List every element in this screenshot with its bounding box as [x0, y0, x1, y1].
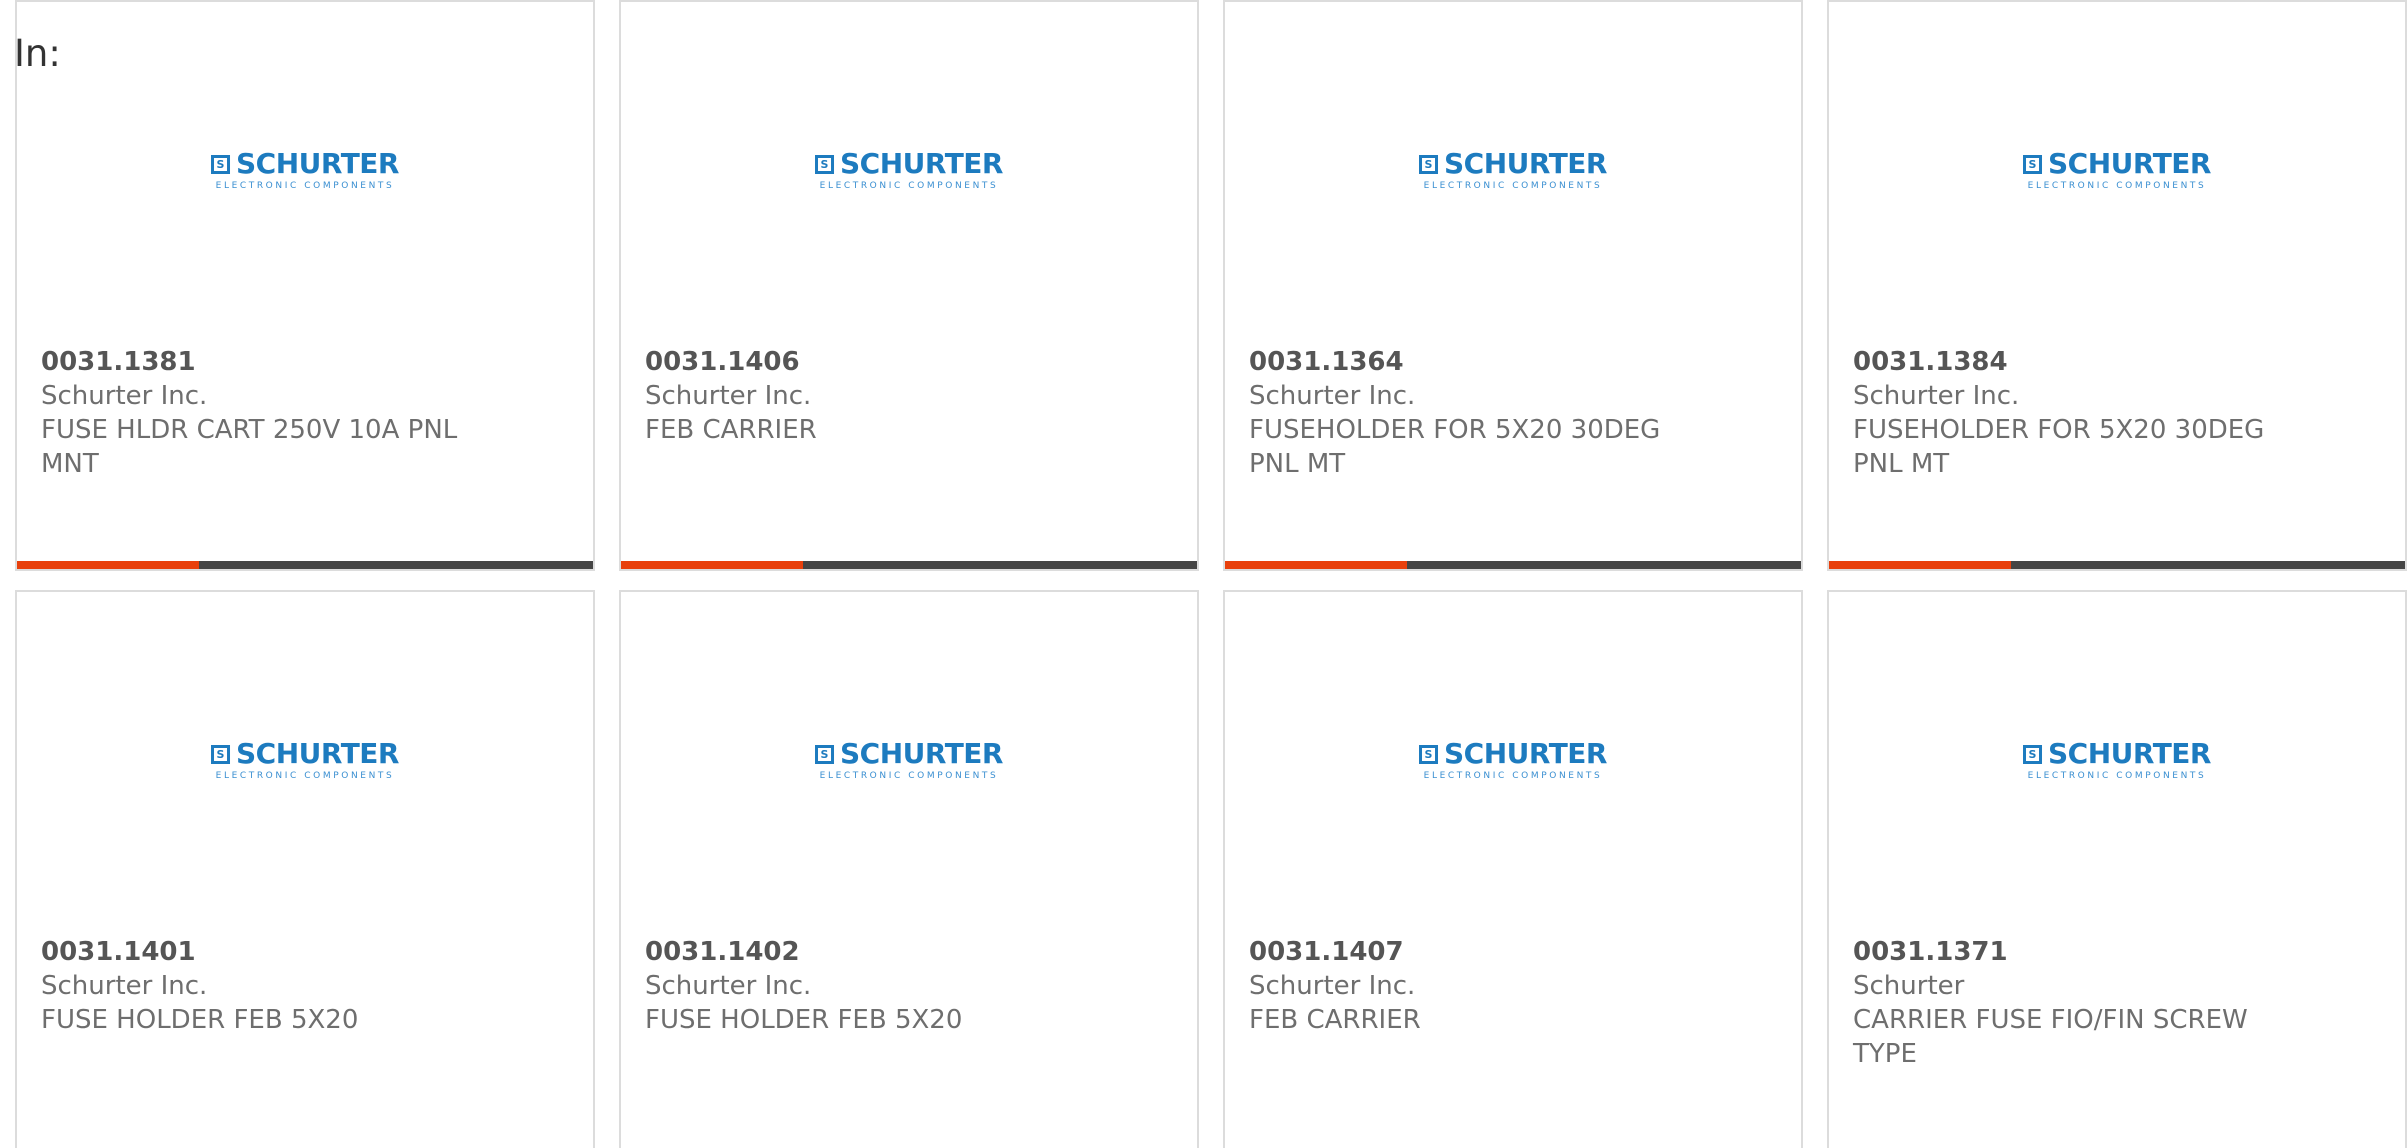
description: FUSEHOLDER FOR 5X20 30DEG PNL MT	[1853, 415, 2265, 479]
description: FEB CARRIER	[1249, 1005, 1421, 1035]
logo-tagline: ELECTRONIC COMPONENTS	[1423, 181, 1603, 191]
product-card[interactable]: S SCHURTER ELECTRONIC COMPONENTS 0031.13…	[1223, 0, 1803, 571]
part-number[interactable]: 0031.1371	[1853, 935, 2313, 969]
manufacturer: Schurter Inc.	[645, 971, 812, 1001]
logo-wordmark: SCHURTER	[1444, 147, 1607, 180]
logo-wordmark: SCHURTER	[1444, 737, 1607, 770]
manufacturer: Schurter Inc.	[41, 381, 208, 411]
part-number[interactable]: 0031.1384	[1853, 345, 2313, 379]
manufacturer: Schurter Inc.	[1249, 971, 1416, 1001]
schurter-logo: S SCHURTER ELECTRONIC COMPONENTS	[2023, 149, 2211, 191]
schurter-logo: S SCHURTER ELECTRONIC COMPONENTS	[211, 739, 399, 781]
schurter-logo: S SCHURTER ELECTRONIC COMPONENTS	[815, 739, 1003, 781]
product-grid: S SCHURTER ELECTRONIC COMPONENTS 0031.13…	[15, 0, 2407, 1148]
card-accent-bar	[1225, 561, 1801, 569]
card-accent-bar	[1829, 561, 2405, 569]
card-accent-bar	[17, 561, 593, 569]
logo-wordmark: SCHURTER	[840, 147, 1003, 180]
manufacturer: Schurter	[1853, 971, 1965, 1001]
schurter-logo: S SCHURTER ELECTRONIC COMPONENTS	[815, 149, 1003, 191]
logo-tagline: ELECTRONIC COMPONENTS	[2027, 181, 2207, 191]
schurter-logo-mark-icon: S	[211, 744, 231, 764]
product-grid-page: In: S SCHURTER ELECTRONIC COMPONENTS 003…	[0, 0, 2408, 1148]
logo-tagline: ELECTRONIC COMPONENTS	[1423, 771, 1603, 781]
description: FUSE HLDR CART 250V 10A PNL MNT	[41, 415, 458, 479]
logo-tagline: ELECTRONIC COMPONENTS	[215, 771, 395, 781]
part-number[interactable]: 0031.1381	[41, 345, 501, 379]
schurter-logo: S SCHURTER ELECTRONIC COMPONENTS	[1419, 739, 1607, 781]
logo-tagline: ELECTRONIC COMPONENTS	[819, 771, 999, 781]
product-card[interactable]: S SCHURTER ELECTRONIC COMPONENTS 0031.13…	[1827, 0, 2407, 571]
schurter-logo: S SCHURTER ELECTRONIC COMPONENTS	[211, 149, 399, 191]
logo-wordmark: SCHURTER	[2048, 147, 2211, 180]
schurter-logo-mark-icon: S	[2023, 744, 2043, 764]
product-card[interactable]: S SCHURTER ELECTRONIC COMPONENTS 0031.14…	[619, 0, 1199, 571]
card-accent-bar	[621, 561, 1197, 569]
schurter-logo-mark-icon: S	[1419, 744, 1439, 764]
description: FUSEHOLDER FOR 5X20 30DEG PNL MT	[1249, 415, 1661, 479]
schurter-logo: S SCHURTER ELECTRONIC COMPONENTS	[1419, 149, 1607, 191]
product-card[interactable]: S SCHURTER ELECTRONIC COMPONENTS 0031.14…	[1223, 590, 1803, 1148]
manufacturer: Schurter Inc.	[1249, 381, 1416, 411]
product-card[interactable]: S SCHURTER ELECTRONIC COMPONENTS 0031.14…	[15, 590, 595, 1148]
schurter-logo-mark-icon: S	[1419, 154, 1439, 174]
schurter-logo-mark-icon: S	[211, 154, 231, 174]
part-number[interactable]: 0031.1402	[645, 935, 1105, 969]
schurter-logo: S SCHURTER ELECTRONIC COMPONENTS	[2023, 739, 2211, 781]
description: CARRIER FUSE FIO/FIN SCREW TYPE	[1853, 1005, 2248, 1069]
product-card[interactable]: S SCHURTER ELECTRONIC COMPONENTS 0031.14…	[619, 590, 1199, 1148]
product-card[interactable]: S SCHURTER ELECTRONIC COMPONENTS 0031.13…	[1827, 590, 2407, 1148]
schurter-logo-mark-icon: S	[815, 744, 835, 764]
description: FEB CARRIER	[645, 415, 817, 445]
part-number[interactable]: 0031.1401	[41, 935, 501, 969]
description: FUSE HOLDER FEB 5X20	[645, 1005, 963, 1035]
schurter-logo-mark-icon: S	[2023, 154, 2043, 174]
manufacturer: Schurter Inc.	[41, 971, 208, 1001]
manufacturer: Schurter Inc.	[645, 381, 812, 411]
description: FUSE HOLDER FEB 5X20	[41, 1005, 359, 1035]
logo-tagline: ELECTRONIC COMPONENTS	[215, 181, 395, 191]
product-card[interactable]: S SCHURTER ELECTRONIC COMPONENTS 0031.13…	[15, 0, 595, 571]
logo-tagline: ELECTRONIC COMPONENTS	[2027, 771, 2207, 781]
in-label: In:	[14, 32, 61, 75]
logo-wordmark: SCHURTER	[236, 147, 399, 180]
part-number[interactable]: 0031.1407	[1249, 935, 1709, 969]
logo-wordmark: SCHURTER	[2048, 737, 2211, 770]
logo-wordmark: SCHURTER	[840, 737, 1003, 770]
logo-tagline: ELECTRONIC COMPONENTS	[819, 181, 999, 191]
manufacturer: Schurter Inc.	[1853, 381, 2020, 411]
schurter-logo-mark-icon: S	[815, 154, 835, 174]
logo-wordmark: SCHURTER	[236, 737, 399, 770]
part-number[interactable]: 0031.1406	[645, 345, 1105, 379]
part-number[interactable]: 0031.1364	[1249, 345, 1709, 379]
